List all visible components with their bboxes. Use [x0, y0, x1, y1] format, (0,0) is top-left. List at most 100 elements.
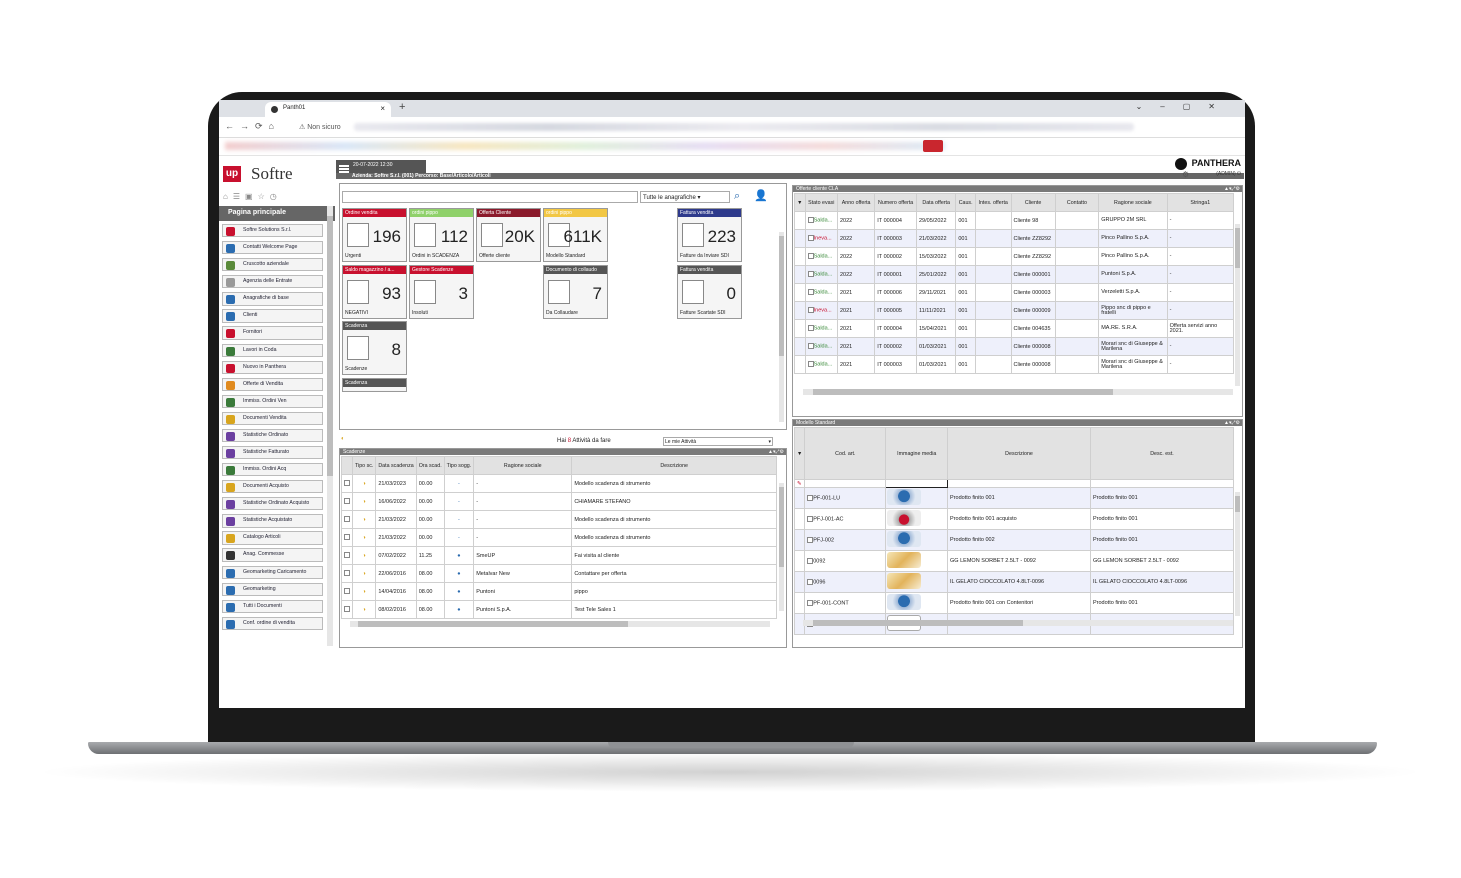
row-checkbox-cell[interactable] [341, 564, 353, 583]
kpi-tile[interactable]: Scadenza 8 Scadenze [342, 321, 407, 375]
row-checkbox[interactable] [344, 606, 350, 613]
row-checkbox-cell[interactable] [341, 582, 353, 601]
column-header[interactable]: Stato evasi [804, 193, 838, 212]
panel-controls-icon[interactable]: ▲▾⤢⚙ [768, 449, 784, 455]
column-header[interactable]: Desc. est. [1090, 427, 1234, 480]
sidebar-item[interactable]: Softre Solutions S.r.l. [222, 224, 323, 238]
table-row[interactable]: PFJ-002 Prodotto finito 002 Prodotto finit… [793, 529, 1234, 551]
cell-stato[interactable]: Salda... [804, 211, 838, 230]
cell-cod[interactable]: PF-001-CONT [804, 592, 887, 614]
kpi-tile[interactable]: Saldo magazzino / a... 93 NEGATIVI [342, 265, 407, 319]
sidebar-item[interactable]: Documenti Acquisto [222, 480, 323, 494]
cell-stato[interactable]: Salda... [804, 283, 838, 302]
cell-cod[interactable]: PF-001-LU [804, 487, 887, 509]
sidebar-item[interactable]: Agenzia delle Entrate [222, 275, 323, 289]
column-header[interactable]: Numero offerta [874, 193, 917, 212]
browser-tab[interactable]: Panth01 × [265, 102, 391, 117]
modello-vscroll[interactable] [1235, 492, 1240, 616]
sidebar-item[interactable]: Geomarketing [222, 582, 323, 596]
row-checkbox-cell[interactable] [341, 546, 353, 565]
panel-controls-icon[interactable]: ▲▾⤢⚙ [1224, 186, 1240, 192]
column-header[interactable]: Data offerta [915, 193, 957, 212]
window-controls[interactable]: ⌄–▢✕ [1136, 102, 1233, 111]
sidebar-item[interactable]: Fornitori [222, 326, 323, 340]
sidebar-item[interactable]: Immiss. Ordini Ven [222, 394, 323, 408]
cell-stato[interactable]: Salda... [804, 265, 838, 284]
table-row[interactable]: Salda... 2022 IT 000001 25/01/2022 001 Client… [794, 265, 1235, 284]
power-icon[interactable]: ⏻ [1237, 171, 1241, 177]
new-tab-button[interactable]: + [399, 101, 405, 113]
table-row[interactable]: ◑ 22/06/2016 08.00 ● Metalvar New Contattare … [341, 564, 777, 583]
modello-hscroll[interactable] [803, 620, 1233, 626]
column-header[interactable]: Descrizione [571, 456, 777, 475]
table-row[interactable]: ◑ 21/03/2022 00.00- - Modello scadenza di st… [341, 528, 777, 547]
filter-input[interactable] [947, 479, 1091, 488]
kpi-tile[interactable]: Scadenza [342, 378, 407, 392]
cell-cod[interactable]: PFJ-001-AC [804, 508, 887, 530]
cell-stato[interactable]: Salda... [804, 319, 838, 338]
table-row[interactable]: Salda... 2022 IT 000004 29/05/2022 001 Client… [794, 211, 1235, 230]
browser-nav-icons[interactable]: ←→⟳⌂ [225, 121, 280, 132]
filter-edit-icon[interactable]: ✎ [793, 479, 806, 488]
row-checkbox-cell[interactable] [341, 528, 353, 547]
hamburger-menu-icon[interactable] [339, 165, 349, 173]
column-header[interactable]: Ragione sociale [1098, 193, 1168, 212]
sidebar-item[interactable]: Statistiche Fatturato [222, 446, 323, 460]
kpi-tile[interactable]: ordini pippo 112 Ordini in SCADENZA [409, 208, 474, 262]
sidebar-item[interactable]: Cruscotto aziendale [222, 258, 323, 272]
sidebar-item[interactable]: Tutti i Documenti [222, 599, 323, 613]
table-row[interactable]: Ineva... 2021 IT 000005 11/11/2021 001 Client… [794, 301, 1235, 320]
offerte-vscroll[interactable] [1235, 224, 1240, 386]
table-row[interactable]: 0096 IL GELATO CIOCCOLATO 4.8LT-0096 IL GE… [793, 571, 1234, 593]
sidebar-item[interactable]: Conf. ordine di vendita [222, 616, 323, 630]
sidebar-item[interactable]: Anag. Commesse [222, 548, 323, 562]
row-checkbox[interactable] [344, 498, 350, 505]
sidebar-item[interactable]: Anagrafiche di base [222, 292, 323, 306]
column-header[interactable]: Immagine media [885, 427, 949, 480]
row-checkbox-cell[interactable] [341, 492, 353, 511]
column-header[interactable]: Tipo sogg. [443, 456, 475, 475]
cell-stato[interactable]: Salda... [804, 337, 838, 356]
search-icon[interactable]: ⌕ [734, 190, 740, 203]
column-header[interactable]: Caus. [955, 193, 976, 212]
row-checkbox-cell[interactable] [341, 474, 353, 493]
sidebar-item[interactable]: Documenti Vendita [222, 411, 323, 426]
cell-cod[interactable]: 0096 [804, 571, 887, 593]
kpi-tile[interactable]: Offerta Cliente 20K Offerte cliente [476, 208, 541, 262]
column-header[interactable]: Ragione sociale [473, 456, 573, 475]
search-input[interactable] [342, 191, 638, 203]
filter-input[interactable] [804, 479, 887, 488]
kpi-tile[interactable]: ordini pippo 611K Modello Standard [543, 208, 608, 262]
sidebar-item[interactable]: Statistiche Ordinato [222, 428, 323, 443]
column-header[interactable]: Cod. art. [804, 427, 887, 480]
sidebar-scrollbar[interactable] [327, 206, 333, 646]
activities-select[interactable]: Le mie Attività ▾ [663, 437, 773, 446]
kpi-tile[interactable]: Fattura vendita 0 Fatture Scartate SDI [677, 265, 742, 319]
row-checkbox[interactable] [344, 588, 350, 595]
table-row[interactable]: PF-001-CONT Prodotto finito 001 con Conte… [793, 592, 1234, 614]
cell-stato[interactable]: Ineva... [804, 301, 838, 320]
row-checkbox-cell[interactable] [341, 510, 353, 529]
filter-input[interactable] [885, 479, 949, 488]
sidebar-item[interactable]: Offerte di Vendita [222, 377, 323, 391]
sidebar-item[interactable]: Statistiche Acquistato [222, 514, 323, 528]
table-row[interactable]: Salda... 2021 IT 000006 29/11/2021 001 Client… [794, 283, 1235, 302]
cell-stato[interactable]: Ineva... [804, 229, 838, 248]
bookmark-items[interactable] [225, 142, 945, 150]
sidebar-toolbar-icons[interactable]: ⌂☰▣☆◷ [223, 192, 282, 201]
sidebar-item[interactable]: Immiss. Ordini Acq [222, 463, 323, 477]
bookmark-red-icon[interactable] [923, 140, 943, 152]
scadenze-vscroll[interactable] [779, 483, 784, 611]
cell-stato[interactable]: Salda... [804, 355, 838, 374]
cell-stato[interactable]: Salda... [804, 247, 838, 266]
sidebar-item[interactable]: Catalogo Articoli [222, 531, 323, 545]
table-row[interactable]: Ineva... 2022 IT 000003 21/03/2022 001 Client… [794, 229, 1235, 248]
cell-cod[interactable]: 0092 [804, 550, 887, 572]
anagrafiche-select[interactable]: Tutte le anagrafiche ▾ [640, 191, 730, 203]
sidebar-item[interactable]: Statistiche Ordinato Acquisto [222, 497, 323, 511]
column-header[interactable]: Ora scad. [415, 456, 445, 475]
settings-gear-icon[interactable]: ⚙ [1182, 170, 1189, 179]
activities-count[interactable]: 8 [568, 438, 571, 444]
kpi-tile[interactable]: Ordine vendita 196 Urgenti [342, 208, 407, 262]
sidebar-item[interactable]: Clienti [222, 309, 323, 323]
